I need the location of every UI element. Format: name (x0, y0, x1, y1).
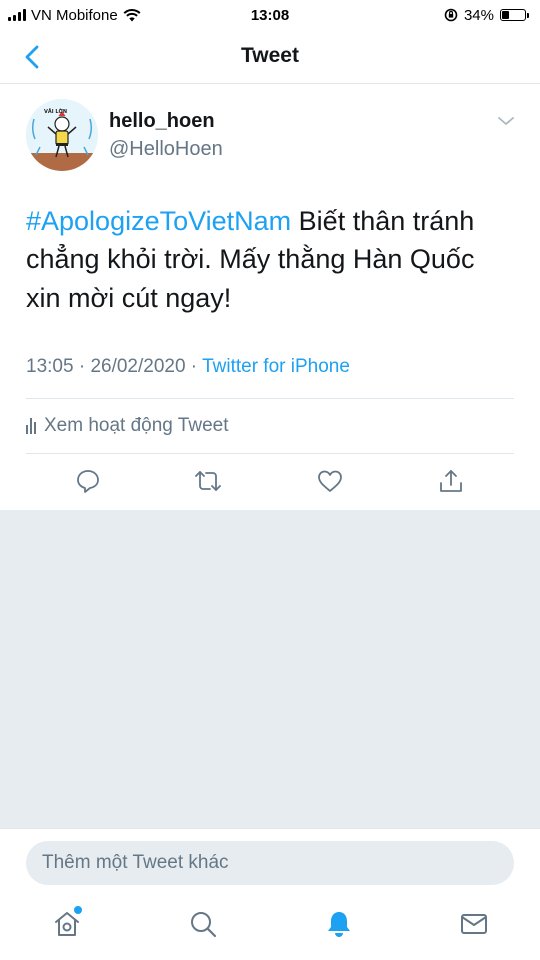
status-right: 34% (444, 6, 529, 24)
analytics-icon (26, 418, 36, 434)
reply-input[interactable]: Thêm một Tweet khác (26, 841, 514, 885)
activity-label: Xem hoạt động Tweet (44, 415, 229, 436)
tweet-meta: 13:05 · 26/02/2020 · Twitter for iPhone (26, 356, 350, 378)
tab-home[interactable] (49, 906, 85, 942)
avatar[interactable]: VĂI LỜN (26, 99, 98, 171)
tab-search[interactable] (185, 906, 221, 942)
wifi-icon (123, 8, 141, 21)
search-icon (191, 912, 217, 938)
status-left: VN Mobifone (8, 7, 141, 24)
author-name[interactable]: hello_hoen (109, 110, 215, 133)
signal-icon (8, 9, 26, 21)
tab-bar (0, 906, 540, 950)
carrier-name: VN Mobifone (31, 6, 118, 24)
battery-icon (500, 9, 529, 21)
page-title: Tweet (241, 44, 299, 67)
tweet-time: 13:05 (26, 356, 74, 377)
notification-dot (74, 906, 82, 914)
chevron-down-icon (498, 117, 514, 125)
tweet-actions (26, 466, 514, 502)
divider (26, 453, 514, 454)
tab-messages[interactable] (456, 906, 492, 942)
divider (26, 398, 514, 399)
share-icon (440, 470, 462, 492)
share-button[interactable] (436, 466, 466, 496)
tab-notifications[interactable] (321, 906, 357, 942)
more-options-button[interactable] (496, 114, 516, 128)
reply-icon (77, 470, 99, 493)
avatar-image: VĂI LỜN (26, 99, 98, 171)
like-icon (318, 470, 342, 492)
notifications-icon (328, 912, 350, 937)
meta-separator: · (185, 356, 203, 377)
battery-fill (502, 11, 510, 19)
battery-percent: 34% (463, 6, 494, 24)
tweet-text: #ApologizeToVietNam Biết thân tránh chẳn… (26, 202, 516, 317)
retweet-icon (195, 471, 221, 491)
status-bar: VN Mobifone 13:08 34% (0, 0, 540, 30)
nav-bar: Tweet (0, 30, 540, 84)
replies-area (0, 510, 540, 828)
tweet-date: 26/02/2020 (90, 356, 186, 377)
hashtag-link[interactable]: #ApologizeToVietNam (26, 206, 291, 236)
avatar-text: VĂI LỜN (44, 108, 67, 115)
orientation-lock-icon (444, 8, 458, 22)
like-button[interactable] (315, 466, 345, 496)
tweet-source-link[interactable]: Twitter for iPhone (202, 356, 350, 377)
reply-button[interactable] (73, 466, 103, 496)
tweet-activity-link[interactable]: Xem hoạt động Tweet (26, 411, 229, 441)
messages-icon (461, 914, 487, 934)
author-handle[interactable]: @HelloHoen (109, 138, 223, 161)
retweet-button[interactable] (193, 466, 223, 496)
meta-separator: · (73, 356, 91, 377)
